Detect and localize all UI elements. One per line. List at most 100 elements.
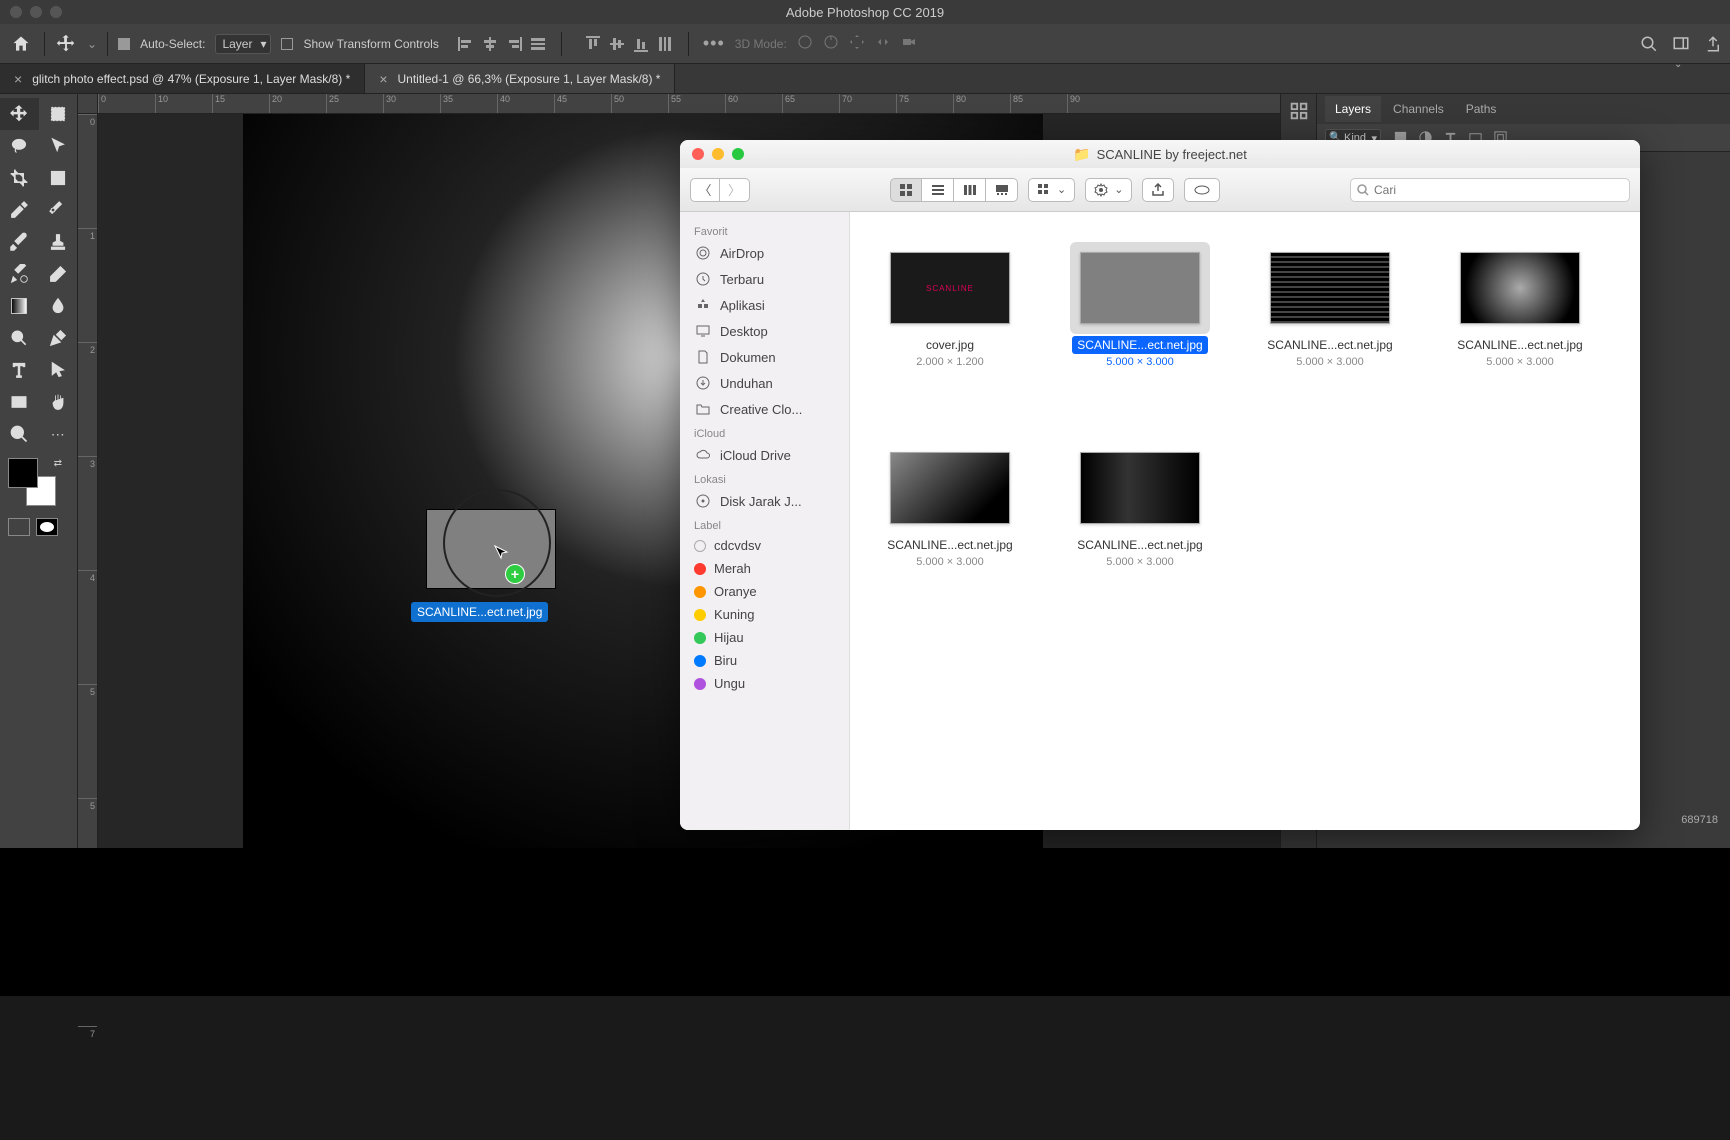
tags-button[interactable] [1184, 178, 1220, 202]
auto-select-target[interactable]: Layer [215, 34, 271, 54]
crop-tool[interactable] [0, 162, 39, 194]
zoom-tool[interactable] [0, 418, 39, 450]
column-view-button[interactable] [954, 178, 986, 202]
align-center-h-icon[interactable] [481, 35, 499, 53]
ruler-vertical[interactable]: 012345567 [78, 114, 98, 976]
sidebar-item-downloads[interactable]: Unduhan [680, 370, 849, 396]
hand-tool[interactable] [39, 386, 78, 418]
icon-view-button[interactable] [890, 178, 922, 202]
gallery-view-button[interactable] [986, 178, 1018, 202]
dodge-tool[interactable] [0, 322, 39, 354]
align-middle-icon[interactable] [608, 35, 626, 53]
share-button[interactable] [1142, 178, 1174, 202]
marquee-tool[interactable] [39, 98, 78, 130]
more-options-icon[interactable]: ••• [703, 33, 725, 54]
traffic-zoom[interactable] [50, 6, 62, 18]
history-brush-tool[interactable] [0, 258, 39, 290]
forward-button[interactable]: 〉 [720, 178, 750, 202]
sidebar-tag-item[interactable]: Oranye [680, 580, 849, 603]
status-menu-icon[interactable]: ▸ [316, 979, 322, 992]
sidebar-item-airdrop[interactable]: AirDrop [680, 240, 849, 266]
sidebar-item-icloud-drive[interactable]: iCloud Drive [680, 442, 849, 468]
sidebar-item-disk[interactable]: Disk Jarak J... [680, 488, 849, 514]
eraser-tool[interactable] [39, 258, 78, 290]
standard-mode[interactable] [8, 518, 30, 536]
new-layer-icon[interactable] [1674, 974, 1690, 990]
eyedropper-tool[interactable] [0, 194, 39, 226]
file-item[interactable]: SCANLINEcover.jpg2.000 × 1.200 [870, 232, 1030, 432]
back-button[interactable]: 〈 [690, 178, 720, 202]
adjustment-layer-icon[interactable] [1614, 974, 1630, 990]
sidebar-item-creative-cloud[interactable]: Creative Clo... [680, 396, 849, 422]
pen-tool[interactable] [39, 322, 78, 354]
doc-size[interactable]: Doc: 11,4M/24,1M [167, 979, 256, 991]
delete-layer-icon[interactable] [1704, 974, 1720, 990]
layer-style-icon[interactable]: fx [1554, 974, 1570, 990]
close-tab-icon[interactable]: × [379, 71, 387, 87]
finder-close[interactable] [692, 148, 704, 160]
file-item[interactable]: SCANLINE...ect.net.jpg5.000 × 3.000 [1440, 232, 1600, 432]
group-by-button[interactable] [1028, 178, 1075, 202]
transform-checkbox[interactable] [281, 38, 293, 50]
quick-mask-mode[interactable] [36, 518, 58, 536]
ruler-horizontal[interactable]: 01015202530354045505560657075808590 [98, 94, 1280, 114]
gradient-tool[interactable] [0, 290, 39, 322]
share-icon[interactable] [1704, 35, 1722, 53]
layer-mask-icon[interactable] [1584, 974, 1600, 990]
ruler-origin[interactable] [78, 94, 98, 114]
home-icon[interactable] [8, 31, 34, 57]
type-tool[interactable] [0, 354, 39, 386]
document-tab[interactable]: × glitch photo effect.psd @ 47% (Exposur… [0, 64, 365, 93]
action-button[interactable] [1085, 178, 1132, 202]
tab-layers[interactable]: Layers [1325, 96, 1381, 122]
file-grid[interactable]: SCANLINEcover.jpg2.000 × 1.200SCANLINE..… [850, 212, 1640, 830]
sidebar-tag-item[interactable]: Merah [680, 557, 849, 580]
align-top-icon[interactable] [584, 35, 602, 53]
path-select-tool[interactable] [39, 354, 78, 386]
stamp-tool[interactable] [39, 226, 78, 258]
lasso-tool[interactable] [0, 130, 39, 162]
file-item[interactable]: SCANLINE...ect.net.jpg5.000 × 3.000 [870, 432, 1030, 632]
sidebar-item-documents[interactable]: Dokumen [680, 344, 849, 370]
swap-colors-icon[interactable]: ⇄ [54, 458, 62, 469]
file-item[interactable]: SCANLINE...ect.net.jpg5.000 × 3.000 [1060, 232, 1220, 432]
search-icon[interactable] [1640, 35, 1658, 53]
search-input[interactable] [1374, 183, 1623, 197]
traffic-minimize[interactable] [30, 6, 42, 18]
file-item[interactable]: SCANLINE...ect.net.jpg5.000 × 3.000 [1250, 232, 1410, 432]
sidebar-item-desktop[interactable]: Desktop [680, 318, 849, 344]
traffic-close[interactable] [10, 6, 22, 18]
sidebar-item-apps[interactable]: Aplikasi [680, 292, 849, 318]
align-left-icon[interactable] [457, 35, 475, 53]
sidebar-item-recents[interactable]: Terbaru [680, 266, 849, 292]
file-item[interactable]: SCANLINE...ect.net.jpg5.000 × 3.000 [1060, 432, 1220, 632]
screen-mode-icon[interactable]: ⌄ [1672, 35, 1690, 53]
sidebar-tag-item[interactable]: cdcvdsv [680, 534, 849, 557]
finder-zoom[interactable] [732, 148, 744, 160]
blur-tool[interactable] [39, 290, 78, 322]
3d-slide-icon[interactable] [875, 34, 891, 53]
3d-camera-icon[interactable] [901, 34, 917, 53]
link-layers-icon[interactable] [1524, 974, 1540, 990]
move-tool[interactable] [0, 98, 39, 130]
zoom-level[interactable]: 66,34% [90, 979, 127, 991]
rectangle-tool[interactable] [0, 386, 39, 418]
distribute-v-icon[interactable] [656, 35, 674, 53]
sidebar-tag-item[interactable]: Ungu [680, 672, 849, 695]
libraries-icon[interactable] [1288, 100, 1310, 122]
color-swatches[interactable]: ⇄ [8, 458, 56, 506]
tab-paths[interactable]: Paths [1456, 96, 1507, 122]
foreground-color[interactable] [8, 458, 38, 488]
healing-tool[interactable] [39, 194, 78, 226]
brush-tool[interactable] [0, 226, 39, 258]
list-view-button[interactable] [922, 178, 954, 202]
sidebar-tag-item[interactable]: Kuning [680, 603, 849, 626]
align-right-icon[interactable] [505, 35, 523, 53]
quick-select-tool[interactable] [39, 130, 78, 162]
align-bottom-icon[interactable] [632, 35, 650, 53]
3d-orbit-icon[interactable] [797, 34, 813, 53]
finder-window[interactable]: 📁 SCANLINE by freeject.net 〈 〉 Favorit A… [680, 140, 1640, 830]
tab-channels[interactable]: Channels [1383, 96, 1454, 122]
sidebar-tag-item[interactable]: Hijau [680, 626, 849, 649]
3d-roll-icon[interactable] [823, 34, 839, 53]
